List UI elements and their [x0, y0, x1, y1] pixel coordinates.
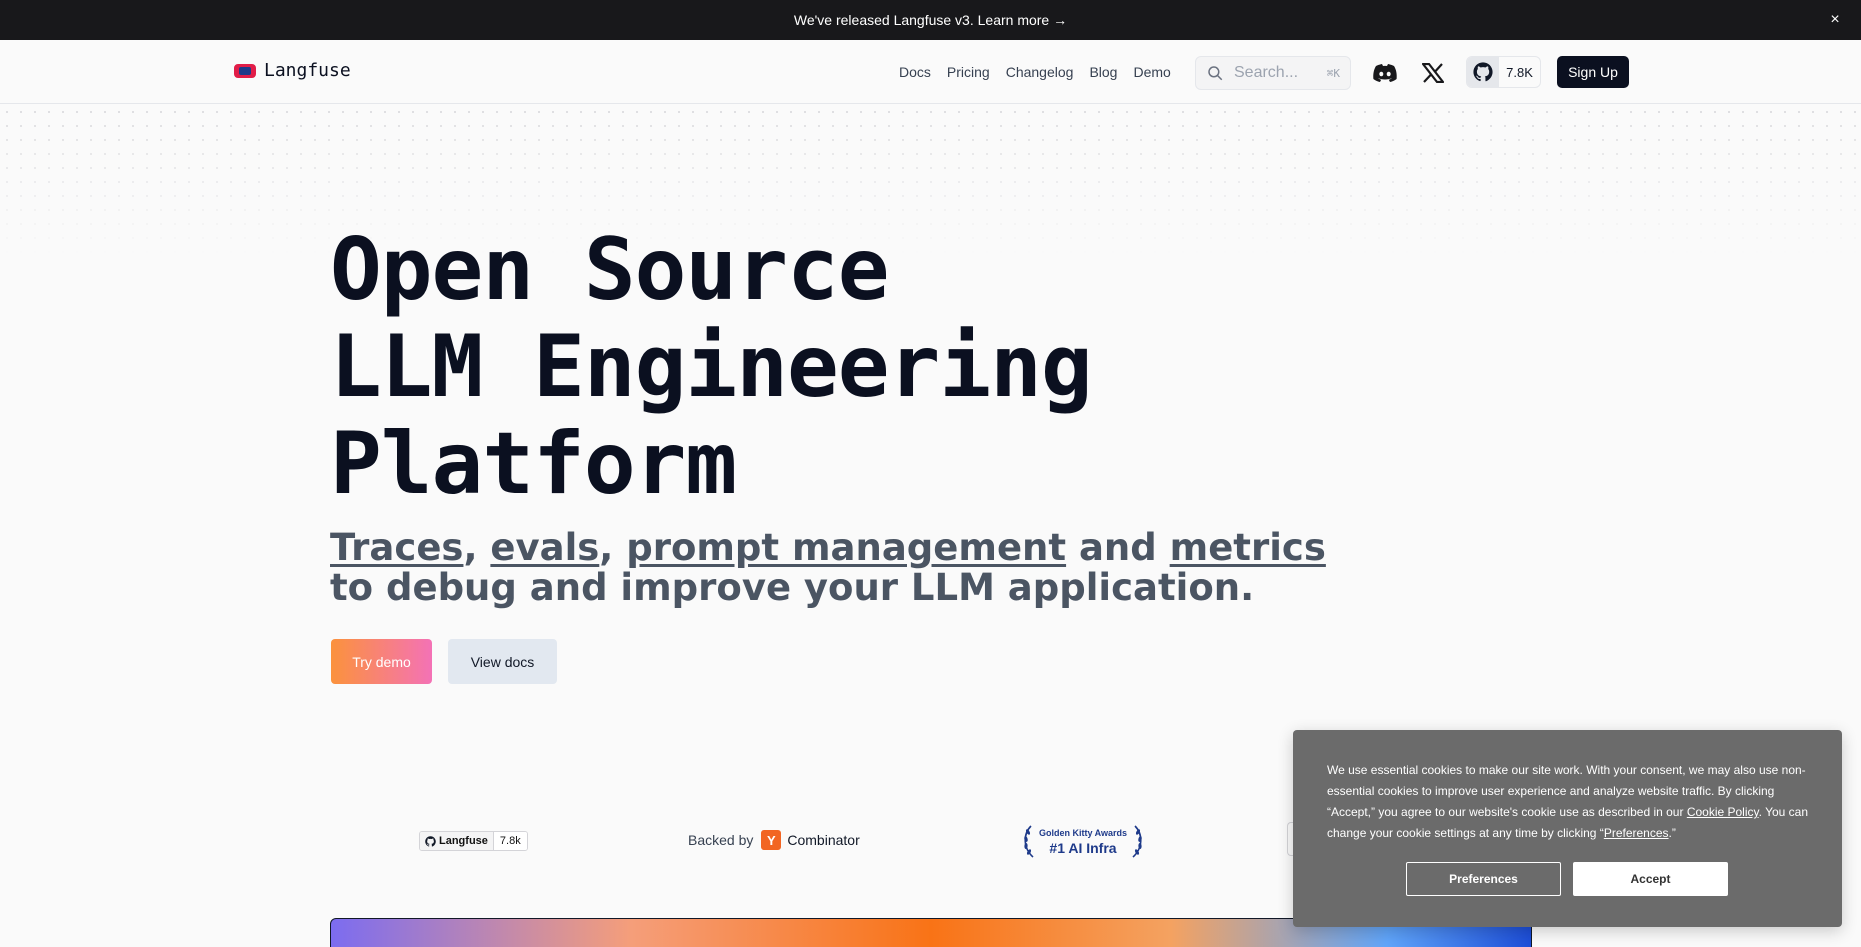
brand-name: Langfuse — [264, 60, 351, 81]
github-badge-name: Langfuse — [439, 835, 488, 847]
hero-title-line: Platform — [330, 414, 737, 514]
hero-subtitle: Traces, evals, prompt management and met… — [330, 528, 1326, 608]
cookie-consent-text: We use essential cookies to make our sit… — [1327, 760, 1817, 844]
github-badge[interactable]: Langfuse 7.8k — [419, 831, 528, 851]
nav-demo[interactable]: Demo — [1133, 64, 1170, 80]
hero-title: Open Source LLM Engineering Platform — [330, 220, 1093, 514]
x-glyph — [1422, 63, 1444, 83]
github-icon — [1467, 57, 1499, 87]
search-icon — [1208, 66, 1223, 81]
golden-kitty-title: Golden Kitty Awards — [1038, 828, 1127, 838]
nav-pricing[interactable]: Pricing — [947, 64, 990, 80]
traces-link[interactable]: Traces — [330, 526, 463, 569]
search-input[interactable]: Search... ⌘K — [1195, 56, 1351, 90]
logo[interactable]: Langfuse — [234, 60, 351, 81]
hero-title-line: Open Source — [330, 220, 890, 320]
search-shortcut: ⌘K — [1326, 66, 1340, 80]
preferences-link[interactable]: Preferences — [1604, 826, 1669, 840]
sign-up-button[interactable]: Sign Up — [1557, 56, 1629, 88]
x-icon[interactable] — [1420, 60, 1446, 86]
golden-kitty-badge[interactable]: Golden Kitty Awards #1 AI Infra — [1021, 822, 1145, 860]
yc-badge[interactable]: Backed by Y Combinator — [688, 830, 860, 850]
github-badge-label: Langfuse — [420, 832, 494, 850]
combinator-label: Combinator — [787, 832, 860, 848]
github-glyph — [1473, 62, 1493, 82]
view-docs-button[interactable]: View docs — [448, 639, 557, 684]
separator: , — [599, 526, 627, 569]
search-placeholder: Search... — [1234, 64, 1299, 81]
nav-changelog[interactable]: Changelog — [1006, 64, 1074, 80]
github-stars-button[interactable]: 7.8K — [1466, 56, 1541, 88]
nav-blog[interactable]: Blog — [1089, 64, 1117, 80]
cookie-policy-link[interactable]: Cookie Policy — [1687, 805, 1759, 819]
hero-subtitle-line-2: to debug and improve your LLM applicatio… — [330, 566, 1255, 609]
github-icon — [425, 835, 436, 847]
cookie-text: .” — [1668, 826, 1676, 840]
discord-glyph — [1373, 64, 1397, 82]
hero-title-line: LLM Engineering — [330, 317, 1093, 417]
discord-icon[interactable] — [1372, 60, 1398, 86]
separator: and — [1066, 526, 1170, 569]
cookie-preferences-button[interactable]: Preferences — [1406, 862, 1561, 896]
evals-link[interactable]: evals — [490, 526, 599, 569]
announcement-banner[interactable]: We've released Langfuse v3. Learn more →… — [0, 0, 1861, 40]
golden-kitty-award: #1 AI Infra — [1049, 840, 1117, 856]
logo-icon — [234, 63, 256, 78]
try-demo-button[interactable]: Try demo — [331, 639, 432, 684]
backed-by-label: Backed by — [688, 832, 754, 848]
github-badge-count: 7.8k — [493, 832, 527, 850]
y-combinator-logo: Y — [761, 830, 782, 850]
nav-docs[interactable]: Docs — [899, 64, 931, 80]
close-icon[interactable]: × — [1825, 10, 1845, 30]
github-star-count: 7.8K — [1506, 64, 1533, 80]
nav-links: Docs Pricing Changelog Blog Demo — [899, 40, 1171, 104]
cookie-accept-button[interactable]: Accept — [1573, 862, 1728, 896]
prompt-management-link[interactable]: prompt management — [626, 526, 1066, 569]
metrics-link[interactable]: metrics — [1170, 526, 1326, 569]
cookie-consent-dialog: We use essential cookies to make our sit… — [1293, 730, 1842, 927]
announcement-text[interactable]: We've released Langfuse v3. Learn more → — [794, 12, 1067, 28]
separator: , — [463, 526, 491, 569]
hero-subtitle-line-1: Traces, evals, prompt management and met… — [330, 528, 1326, 568]
navbar: Langfuse Docs Pricing Changelog Blog Dem… — [0, 40, 1861, 104]
